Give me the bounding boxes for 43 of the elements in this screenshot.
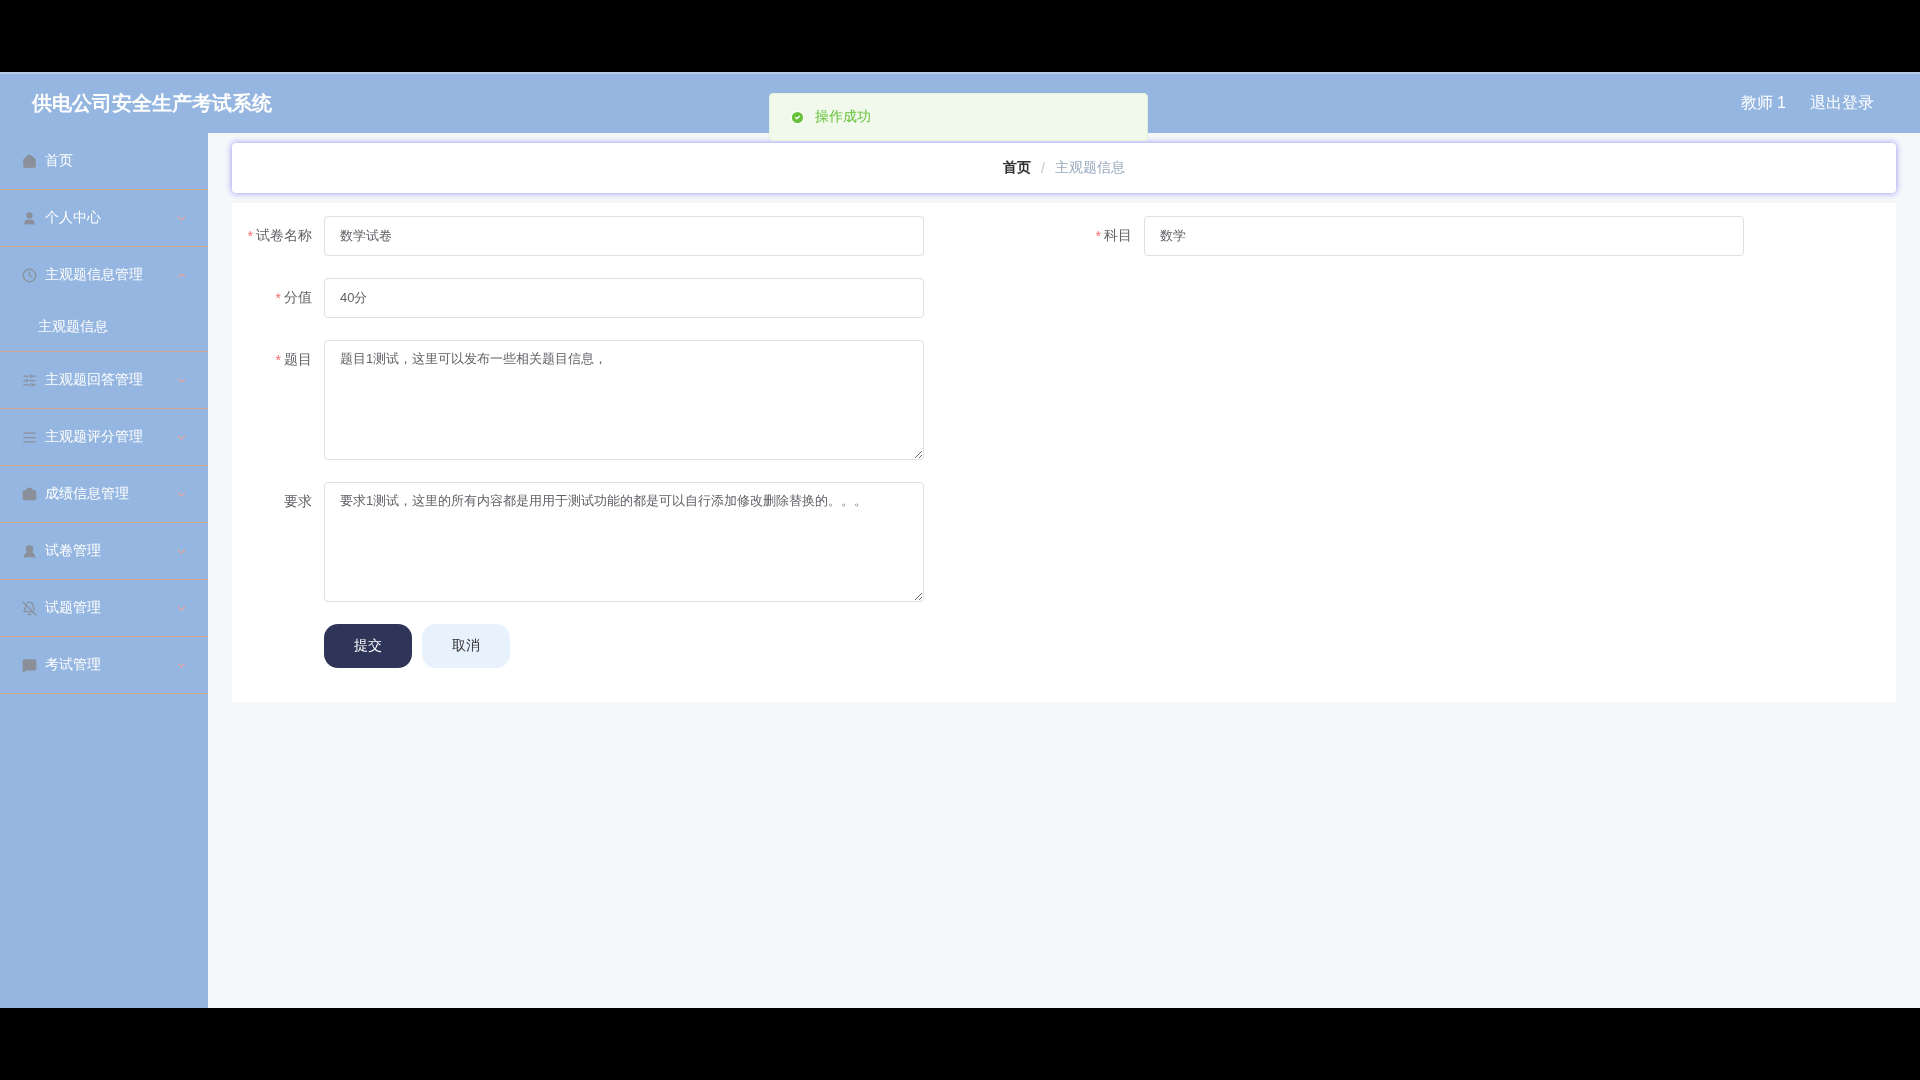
input-field[interactable]: 40分 xyxy=(324,278,924,318)
sidebar-item[interactable]: 主观题评分管理 xyxy=(0,409,208,466)
app-title: 供电公司安全生产考试系统 xyxy=(32,91,272,116)
sidebar-item[interactable]: 试卷管理 xyxy=(0,523,208,580)
sidebar-subitem[interactable]: 主观题信息 xyxy=(0,303,208,351)
sliders-icon xyxy=(22,372,37,388)
text-area[interactable]: 要求1测试，这里的所有内容都是用用于测试功能的都是可以自行添加修改删除替换的。。。 xyxy=(324,482,924,602)
toast-message: 操作成功 xyxy=(815,108,871,126)
sidebar-item[interactable]: 首页 xyxy=(0,133,208,190)
sidebar-item[interactable]: 主观题回答管理 xyxy=(0,352,208,409)
chat-icon xyxy=(22,657,37,673)
field-label: 题目 xyxy=(284,351,312,369)
home-icon xyxy=(22,153,37,169)
input-field[interactable]: 数学 xyxy=(1144,216,1744,256)
clock-icon xyxy=(22,267,37,283)
input-field[interactable]: 数学试卷 xyxy=(324,216,924,256)
sidebar-item[interactable]: 主观题信息管理 xyxy=(0,247,208,303)
cancel-button[interactable]: 取消 xyxy=(422,624,510,668)
logout-link[interactable]: 退出登录 xyxy=(1810,93,1874,114)
field-label: 分值 xyxy=(284,289,312,307)
breadcrumb-item[interactable]: 首页 xyxy=(1003,159,1032,177)
list-icon xyxy=(22,429,37,445)
sidebar-item[interactable]: 个人中心 xyxy=(0,190,208,247)
field-label: 要求 xyxy=(284,493,312,511)
field-label: 试卷名称 xyxy=(256,227,312,245)
briefcase-icon xyxy=(22,486,37,502)
field-label: 科目 xyxy=(1104,227,1132,245)
sidebar-item[interactable]: 考试管理 xyxy=(0,637,208,694)
user-icon xyxy=(22,210,37,226)
user-name: 教师 1 xyxy=(1740,93,1786,113)
user-icon xyxy=(22,543,37,559)
required-mark: * xyxy=(247,228,253,244)
sidebar-item[interactable]: 成绩信息管理 xyxy=(0,466,208,523)
sidebar-item[interactable]: 试题管理 xyxy=(0,580,208,637)
check-circle-icon xyxy=(790,109,805,125)
breadcrumb-item: 主观题信息 xyxy=(1054,159,1125,177)
required-mark: * xyxy=(1095,228,1101,244)
required-mark: * xyxy=(275,290,281,306)
breadcrumb-separator: / xyxy=(1041,160,1045,176)
required-mark: * xyxy=(275,352,281,368)
submit-button[interactable]: 提交 xyxy=(324,624,412,668)
text-area[interactable]: 题目1测试，这里可以发布一些相关题目信息， xyxy=(324,340,924,460)
bell-off-icon xyxy=(22,600,37,616)
